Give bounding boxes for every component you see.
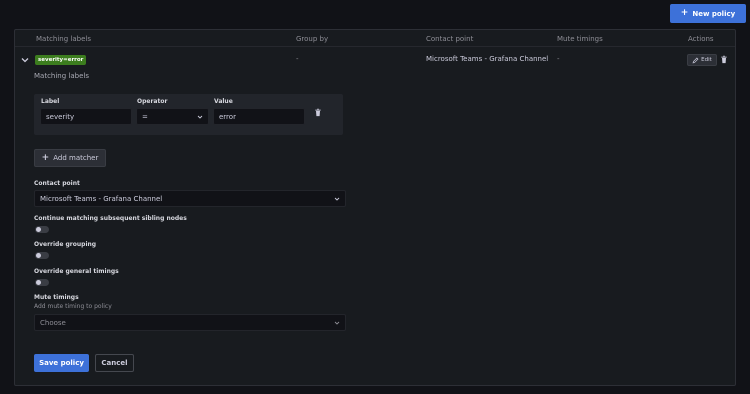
matching-labels-title: Matching labels <box>34 72 89 80</box>
value-input-value: error <box>219 112 236 121</box>
value-header: Value <box>214 98 233 105</box>
override-timings-label: Override general timings <box>34 268 119 275</box>
chevron-down-icon <box>197 115 203 119</box>
pencil-icon <box>692 57 699 63</box>
mute-timings-placeholder: Choose <box>40 318 66 327</box>
edit-button[interactable]: Edit <box>687 54 717 66</box>
label-badge: severity=error <box>35 55 87 65</box>
continue-matching-label: Continue matching subsequent sibling nod… <box>34 215 187 222</box>
label-header: Label <box>41 98 60 105</box>
policy-panel <box>14 29 736 386</box>
cancel-button[interactable]: Cancel <box>95 354 134 372</box>
cancel-label: Cancel <box>101 359 128 367</box>
override-grouping-toggle[interactable] <box>35 252 49 259</box>
plus-icon: + <box>41 152 50 163</box>
operator-select-value: = <box>142 112 148 121</box>
plus-icon: + <box>680 8 689 18</box>
save-policy-button[interactable]: Save policy <box>34 354 89 372</box>
edit-label: Edit <box>701 57 712 63</box>
column-header-group-by: Group by <box>296 35 329 43</box>
column-header-matching-labels: Matching labels <box>36 35 91 43</box>
override-grouping-label: Override grouping <box>34 241 97 248</box>
mute-timings-label: Mute timings <box>34 294 79 301</box>
table-header <box>15 30 735 47</box>
save-policy-label: Save policy <box>39 359 84 367</box>
new-policy-label: New policy <box>692 9 736 18</box>
contact-point-label: Contact point <box>34 180 80 187</box>
chevron-down-icon[interactable] <box>20 55 30 65</box>
continue-matching-toggle[interactable] <box>35 226 49 233</box>
override-timings-toggle[interactable] <box>35 279 49 286</box>
trash-icon[interactable] <box>720 55 728 64</box>
chevron-down-icon <box>334 197 340 201</box>
mute-timings-description: Add mute timing to policy <box>34 303 112 310</box>
mute-timings-select[interactable]: Choose <box>34 314 346 331</box>
group-by-value: - <box>296 55 299 63</box>
add-matcher-label: Add matcher <box>53 154 99 162</box>
operator-header: Operator <box>137 98 168 105</box>
operator-select[interactable]: = <box>136 108 209 125</box>
chevron-down-icon <box>334 321 340 325</box>
mute-timings-value: - <box>557 55 560 63</box>
contact-point-select[interactable]: Microsoft Teams - Grafana Channel <box>34 190 346 207</box>
column-header-contact-point: Contact point <box>426 35 474 43</box>
contact-point-value: Microsoft Teams - Grafana Channel <box>426 55 549 63</box>
label-input[interactable]: severity <box>40 108 132 125</box>
add-matcher-button[interactable]: + Add matcher <box>34 149 106 167</box>
new-policy-button[interactable]: + New policy <box>670 4 746 23</box>
label-input-value: severity <box>46 112 75 121</box>
contact-point-select-value: Microsoft Teams - Grafana Channel <box>40 194 163 203</box>
column-header-actions: Actions <box>688 35 714 43</box>
trash-icon[interactable] <box>314 108 322 117</box>
value-input[interactable]: error <box>213 108 305 125</box>
column-header-mute-timings: Mute timings <box>557 35 603 43</box>
